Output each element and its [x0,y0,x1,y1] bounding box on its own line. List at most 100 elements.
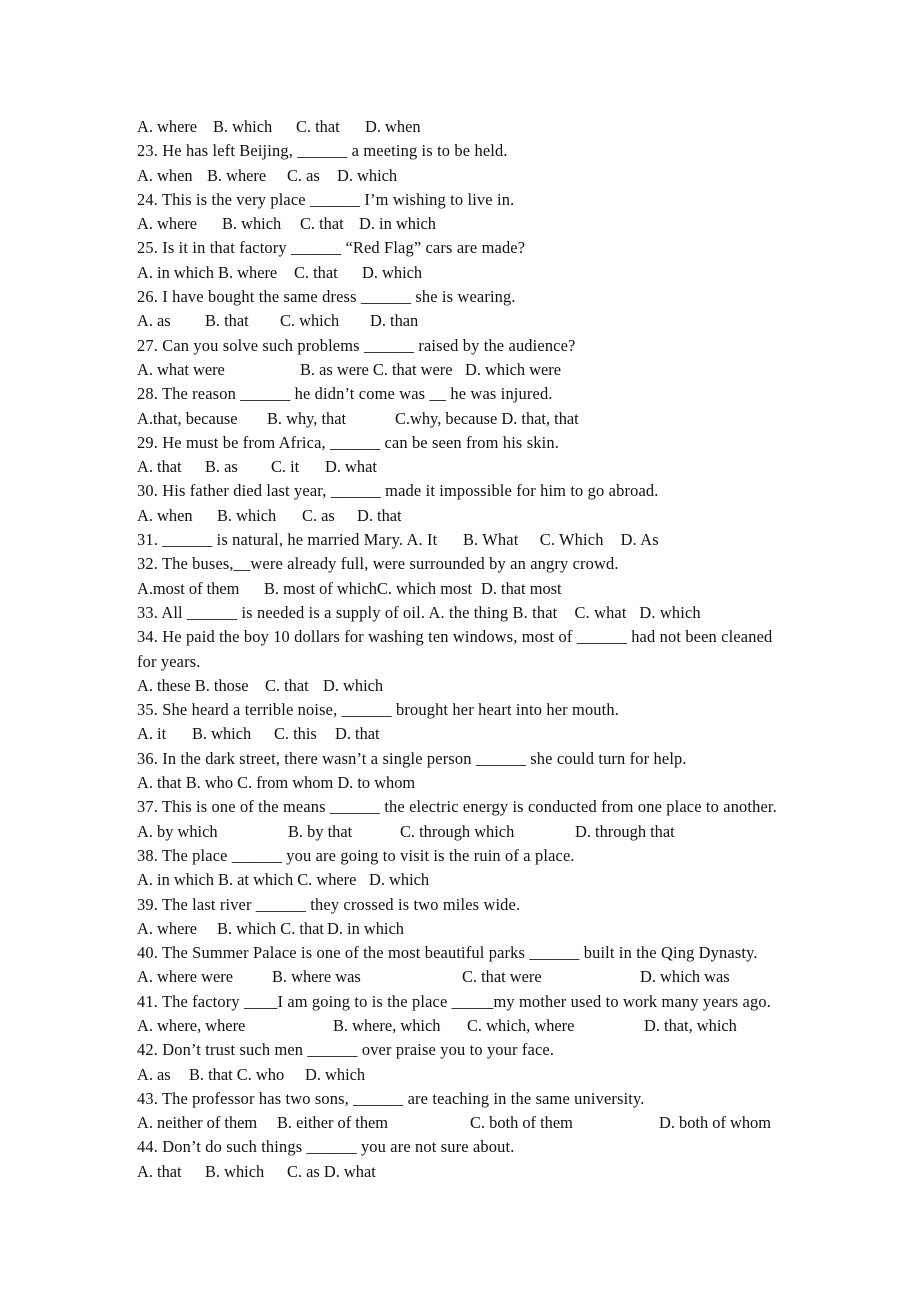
option-abc[interactable]: A. in which B. at which C. where [137,868,356,892]
option-a[interactable]: A. it [137,722,166,746]
option-a[interactable]: A. where [137,212,197,236]
option-bc[interactable]: B. that C. who [189,1063,284,1087]
option-a[interactable]: A.that, because [137,407,238,431]
option-d[interactable]: D. which [323,674,383,698]
option-d[interactable]: D. through that [575,820,675,844]
options-row: A. that B. which C. as D. what [137,1160,817,1184]
options-row: A. where B. which C. that D. in which [137,917,817,941]
option-d[interactable]: D. when [365,115,421,139]
options-row: A. when B. which C. as D. that [137,504,817,528]
option-a[interactable]: A. where, where [137,1014,245,1038]
option-d[interactable]: D. in which [327,917,404,941]
option-b[interactable]: B. where was [272,965,361,989]
option-a[interactable]: A. when [137,504,193,528]
option-c[interactable]: C. which [280,309,339,333]
question-stem-29: 29. He must be from Africa, ______ can b… [137,432,559,452]
option-d[interactable]: D. which were [465,358,561,382]
option-a[interactable]: A. by which [137,820,218,844]
option-b[interactable]: B. which [213,115,272,139]
option-a[interactable]: A. as [137,309,171,333]
options-row: A. where B. which C. that D. in which [137,212,817,236]
option-c[interactable]: C. which, where [467,1014,574,1038]
option-c[interactable]: C. that [265,674,309,698]
option-c[interactable]: C. as [302,504,335,528]
option-d[interactable]: D. that [357,504,402,528]
options-row: A. when B. where C. as D. which [137,164,817,188]
option-b[interactable]: B. as [205,455,238,479]
option-a[interactable]: A. when [137,164,193,188]
option-d[interactable]: D. which was [640,965,730,989]
options-row: A. that B. who C. from whom D. to whom [137,771,817,795]
option-d[interactable]: D. which [305,1063,365,1087]
option-a[interactable]: A. that [137,455,182,479]
option-d[interactable]: D. that most [481,577,562,601]
option-b[interactable]: B. where [207,164,266,188]
question-stem-44: 44. Don’t do such things ______ you are … [137,1137,515,1157]
option-d[interactable]: D. which [362,261,422,285]
option-a[interactable]: A. what were [137,358,225,382]
option-b[interactable]: B. either of them [277,1111,388,1135]
option-abcd[interactable]: A. that B. who C. from whom D. to whom [137,771,415,795]
option-ab[interactable]: A. these B. those [137,674,249,698]
question-line-31: 31. ______ is natural, he married Mary. … [137,530,659,550]
option-c[interactable]: C. this [274,722,317,746]
option-c[interactable]: C. as [287,164,320,188]
options-row: A.that, because B. why, that C.why, beca… [137,407,817,431]
option-d[interactable]: D. what [325,455,377,479]
option-b[interactable]: B. by that [288,820,352,844]
option-c[interactable]: C. that were [462,965,542,989]
option-c[interactable]: C. that [294,261,338,285]
option-d[interactable]: D. that, which [644,1014,737,1038]
question-stem-26: 26. I have bought the same dress ______ … [137,287,516,307]
option-d[interactable]: D. which [369,868,429,892]
question-stem-37: 37. This is one of the means ______ the … [137,797,777,817]
option-d[interactable]: D. which [337,164,397,188]
option-c[interactable]: C. through which [400,820,514,844]
option-b[interactable]: B. that [205,309,249,333]
option-c[interactable]: C. it [271,455,299,479]
question-stem-39: 39. The last river ______ they crossed i… [137,894,521,914]
question-stem-35: 35. She heard a terrible noise, ______ b… [137,700,620,720]
option-cd[interactable]: C.why, because D. that, that [395,407,579,431]
option-cd[interactable]: C. as D. what [287,1160,376,1184]
option-ab[interactable]: A. in which B. where [137,261,277,285]
question-stem-25: 25. Is it in that factory ______ “Red Fl… [137,238,526,258]
options-row: A.most of them B. most of whichC. which … [137,577,817,601]
option-a[interactable]: A. as [137,1063,171,1087]
question-stem-41: 41. The factory ____I am going to is the… [137,991,771,1011]
option-b[interactable]: B. where, which [333,1014,440,1038]
question-stem-43: 43. The professor has two sons, ______ a… [137,1088,645,1108]
options-row: A. by which B. by that C. through which … [137,820,817,844]
option-a[interactable]: A. neither of them [137,1111,257,1135]
option-b[interactable]: B. which [217,504,276,528]
option-b[interactable]: B. why, that [267,407,346,431]
option-d[interactable]: D. that [335,722,380,746]
option-b[interactable]: B. which [222,212,281,236]
option-bc[interactable]: B. most of whichC. which most [264,577,472,601]
options-row: A. that B. as C. it D. what [137,455,817,479]
question-stem-27: 27. Can you solve such problems ______ r… [137,335,576,355]
option-bc[interactable]: B. as were C. that were [300,358,452,382]
question-stem-42: 42. Don’t trust such men ______ over pra… [137,1040,555,1060]
question-stem-32: 32. The buses,__were already full, were … [137,554,619,574]
option-bc[interactable]: B. which C. that [217,917,324,941]
option-a[interactable]: A. that [137,1160,182,1184]
option-d[interactable]: D. in which [359,212,436,236]
question-stem-30: 30. His father died last year, ______ ma… [137,481,659,501]
option-c[interactable]: C. that [300,212,344,236]
option-c[interactable]: C. that [296,115,340,139]
option-b[interactable]: B. which [205,1160,264,1184]
option-c[interactable]: C. both of them [470,1111,573,1135]
option-a[interactable]: A. where [137,115,197,139]
worksheet-body: A. where B. which C. that D. when 23. He… [137,115,817,1184]
question-stem-40: 40. The Summer Palace is one of the most… [137,943,758,963]
option-b[interactable]: B. which [192,722,251,746]
option-d[interactable]: D. both of whom [659,1111,771,1135]
option-a[interactable]: A. where were [137,965,233,989]
options-row: A. as B. that C. who D. which [137,1063,817,1087]
option-a[interactable]: A. where [137,917,197,941]
options-row: A. it B. which C. this D. that [137,722,817,746]
option-a[interactable]: A.most of them [137,577,239,601]
option-d[interactable]: D. than [370,309,418,333]
document-page: A. where B. which C. that D. when 23. He… [0,0,920,1302]
